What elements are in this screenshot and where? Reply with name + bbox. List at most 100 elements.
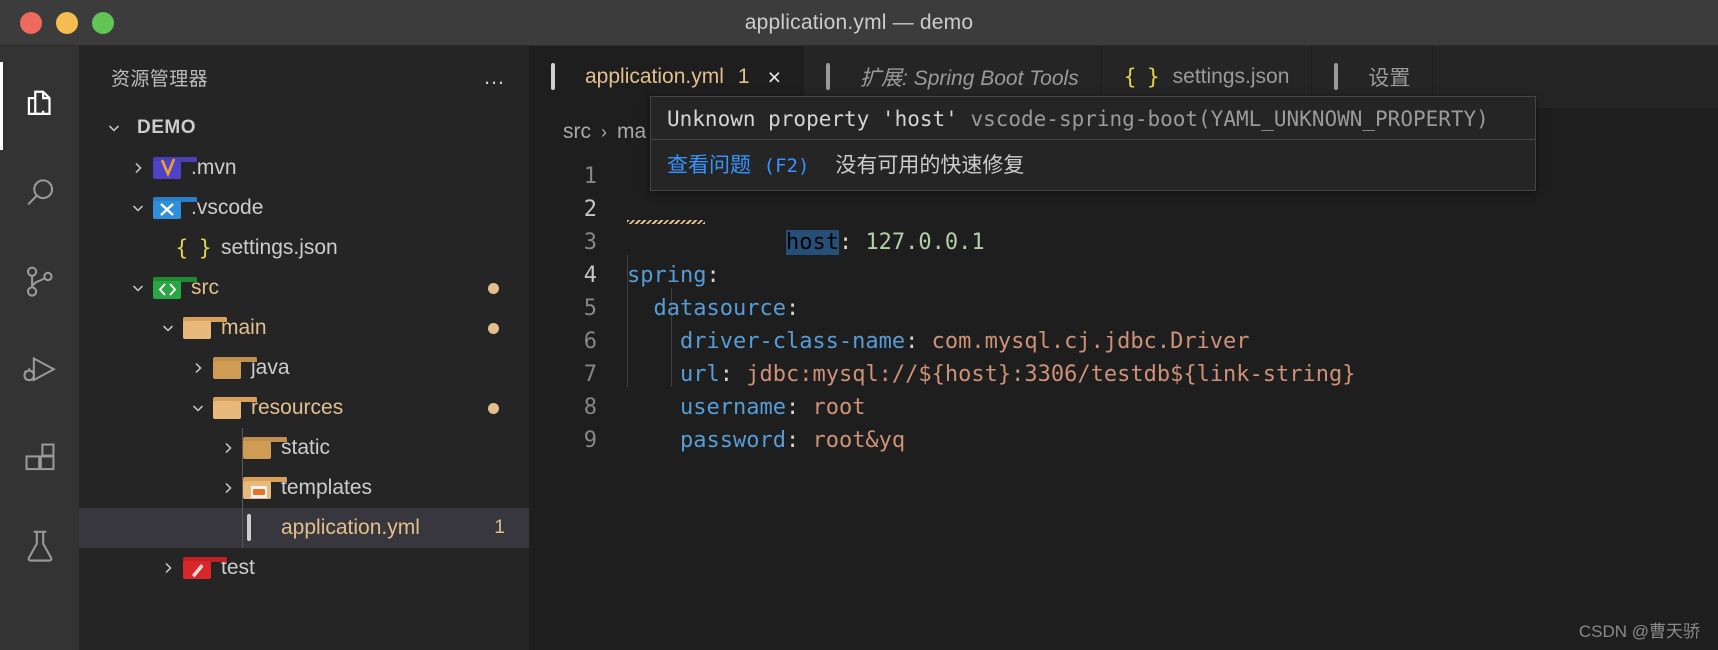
tree-item-label: resources [251,396,344,419]
code-line-8: username: root [627,391,1718,424]
line-number: 7 [583,362,597,387]
error-squiggle [627,220,705,224]
activity-item-testing[interactable] [0,502,79,590]
tree-item-resources[interactable]: resources [79,388,529,428]
maven-folder-icon [151,157,198,179]
line-number: 8 [583,395,597,420]
line-number-gutter: 1 2 3 4 5 6 7 8 9 [529,156,619,650]
token-key: username [679,395,786,420]
token-value: jdbc:mysql://${host}:3306/testdb${link-s… [746,362,1356,387]
tree-item-static[interactable]: static [79,428,529,468]
more-actions-icon[interactable]: … [483,66,507,88]
json-file-icon: { } [175,236,212,260]
chevron-down-icon[interactable] [125,200,151,216]
search-icon [21,175,59,213]
activity-item-extensions[interactable] [0,414,79,502]
activity-item-source-control[interactable] [0,238,79,326]
folder-icon [241,437,288,459]
extensions-icon [21,439,59,477]
json-file-icon: { } [1123,65,1160,89]
test-folder-icon [181,557,228,579]
indent-guide [242,508,243,548]
breadcrumb-item-main[interactable]: ma [617,120,646,144]
chevron-down-icon[interactable] [101,120,127,136]
activity-item-run-and-debug[interactable] [0,326,79,414]
code-line-7: url: jdbc:mysql://${host}:3306/testdb${l… [627,358,1718,391]
breadcrumb-item-src[interactable]: src [563,120,591,144]
tree-item-templates[interactable]: templates [79,468,529,508]
activity-item-explorer[interactable] [0,62,79,150]
file-icon [826,62,847,90]
tree-item-main[interactable]: main [79,308,529,348]
chevron-right-icon[interactable] [215,480,241,496]
line-number: 3 [583,230,597,255]
folder-icon [211,397,258,419]
files-icon [21,87,59,125]
tree-item-mvn[interactable]: .mvn [79,148,529,188]
peek-problem-link[interactable]: 查看问题 (F2) [667,149,809,179]
tree-item-label: .vscode [191,196,264,219]
line-number: 6 [583,329,597,354]
maximize-window-button[interactable] [92,11,114,34]
traffic-lights [0,11,114,34]
token-colon: : [785,428,800,453]
code-line-9: password: root&yq [627,424,1718,457]
tree-root-label: DEMO [137,117,196,138]
folder-icon [211,357,258,379]
token-colon: : [785,395,800,420]
chevron-right-icon[interactable] [125,160,151,176]
line-number: 5 [583,296,597,321]
watermark: CSDN @曹天骄 [1578,622,1700,641]
tree-item-src[interactable]: src [79,268,529,308]
code-line-5: datasource: [627,292,1718,325]
title-bar: application.yml — demo [0,0,1718,46]
tree-item-application-yml[interactable]: application.yml 1 [79,508,529,548]
chevron-down-icon[interactable] [185,400,211,416]
chevron-down-icon[interactable] [125,280,151,296]
file-tree: DEMO .mvn .vscode {} settings.json src … [79,108,529,588]
tree-item-java[interactable]: java [79,348,529,388]
token-key: datasource [653,296,786,321]
activity-item-search[interactable] [0,150,79,238]
chevron-right-icon[interactable] [215,440,241,456]
code-content[interactable]: host: 127.0.0.1 spring: datasource: driv… [619,156,1718,650]
tree-item-label: templates [281,476,373,499]
templates-folder-icon [241,477,288,499]
modified-dot [488,402,499,414]
code-editor[interactable]: 1 2 3 4 5 6 7 8 9 host: 127.0.0.1 spring… [529,156,1718,650]
tree-item-label: static [281,436,331,459]
modified-dot [488,282,499,294]
close-window-button[interactable] [20,11,42,34]
minimize-window-button[interactable] [56,11,78,34]
token-colon: : [706,263,720,288]
file-icon [551,62,571,90]
tree-item-label: application.yml [281,516,420,539]
line-number: 2 [583,197,597,222]
tree-item-test[interactable]: test [79,548,529,588]
tab-label: application.yml [585,65,724,88]
tab-label: 扩展: Spring Boot Tools [860,67,1079,90]
problem-count-badge: 1 [494,517,505,538]
chevron-right-icon[interactable] [155,560,181,576]
chevron-right-icon[interactable] [185,360,211,376]
folder-icon [181,317,228,339]
explorer-title: 资源管理器 [111,68,209,90]
tree-item-settings-json[interactable]: { } settings.json [79,228,529,268]
vscode-window: application.yml — demo 资源管理器 … DEMO .mvn… [0,0,1718,650]
no-quickfix-label: 没有可用的快速修复 [835,153,1025,177]
tab-label: 设置 [1368,67,1411,90]
line-number: 1 [583,164,597,189]
close-icon[interactable]: × [768,65,781,89]
chevron-down-icon[interactable] [155,320,181,336]
modified-dot [488,322,499,334]
file-icon [241,513,273,541]
tree-root-demo[interactable]: DEMO [79,108,529,148]
token-key: password [679,428,786,453]
tree-item-vscode[interactable]: .vscode [79,188,529,228]
